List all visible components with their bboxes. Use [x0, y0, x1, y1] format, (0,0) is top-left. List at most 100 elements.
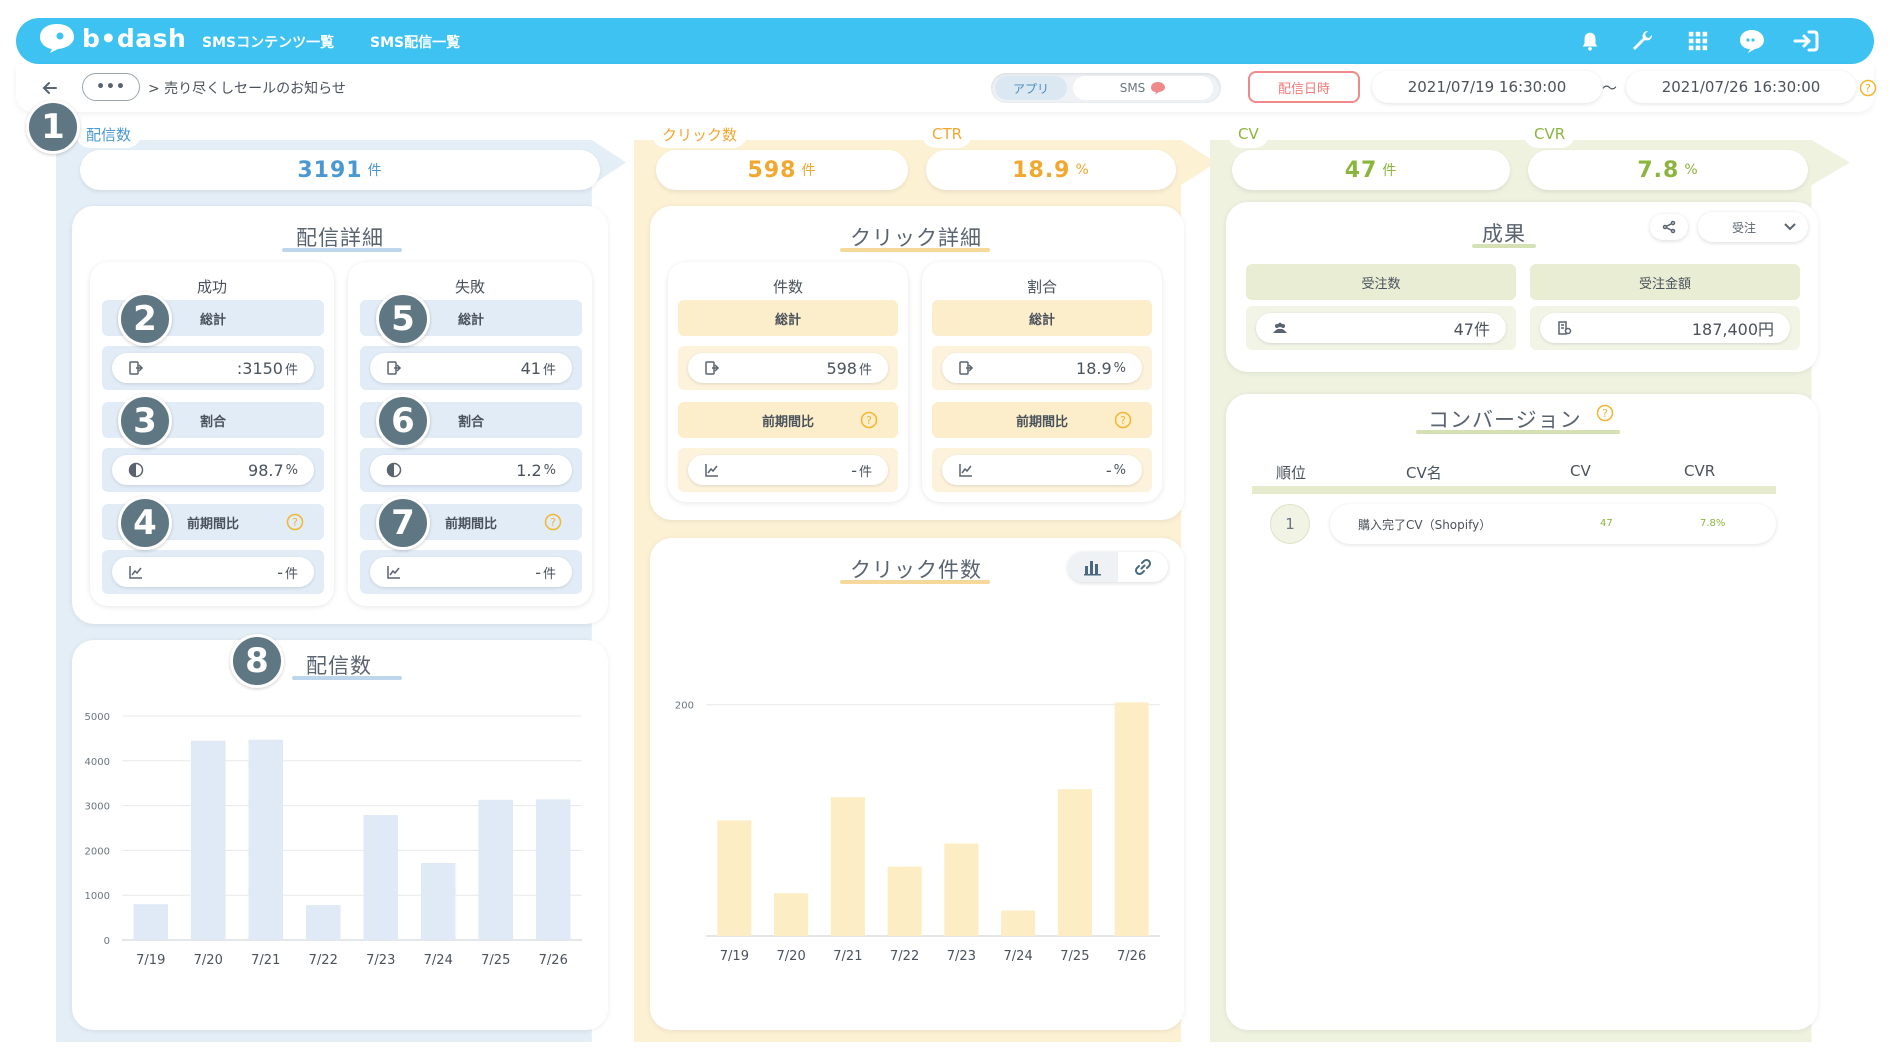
x-tick-label: 7/22 — [309, 953, 338, 968]
click-bar-chart: 200 7/19 7/20 7/21 7/22 7/23 7/24 7/25 7/26 — [675, 701, 1160, 964]
chart-bar[interactable] — [717, 820, 752, 936]
chart-bar[interactable] — [887, 866, 922, 936]
failure-prev-value: - — [535, 562, 541, 582]
success-prev-box: -件 — [102, 550, 324, 594]
x-tick-label: 7/22 — [890, 949, 919, 964]
ctr-number: 18.9 — [1012, 157, 1071, 183]
share-icon[interactable] — [1650, 214, 1688, 240]
cv-row-cvr: 7.8% — [1700, 518, 1726, 529]
chart-bar[interactable] — [1057, 789, 1092, 936]
chart-bar[interactable] — [478, 799, 514, 940]
svg-text:?: ? — [550, 516, 556, 529]
x-tick-label: 7/19 — [136, 953, 165, 968]
nav-sms-deliveries[interactable]: SMS配信一覧 — [370, 32, 460, 52]
x-tick-label: 7/25 — [1060, 949, 1089, 964]
chart-bar[interactable] — [421, 862, 456, 940]
x-tick-label: 7/24 — [424, 953, 453, 968]
cv-row-cv: 47 — [1600, 518, 1613, 529]
click-ratio-prev-label-text: 前期間比 — [1015, 414, 1068, 430]
success-prev-label-text: 前期間比 — [186, 516, 239, 532]
back-arrow-icon[interactable] — [38, 76, 62, 100]
chart-bar[interactable] — [1001, 910, 1036, 936]
logo-text: b•dash — [82, 23, 187, 53]
x-tick-label: 7/21 — [833, 949, 862, 964]
wrench-icon[interactable] — [1630, 27, 1658, 55]
chart-bar[interactable] — [536, 799, 571, 940]
ctr-value: 18.9% — [926, 150, 1176, 190]
help-icon[interactable]: ? — [1859, 79, 1877, 97]
trend-chart-icon — [129, 566, 142, 579]
bdash-logo[interactable]: b•dash — [38, 22, 186, 54]
title-underline — [282, 248, 402, 252]
toggle-sms-option[interactable]: SMS — [1073, 76, 1213, 100]
date-range-tilde: 〜 — [1602, 79, 1618, 97]
badge-5: 5 — [376, 292, 430, 346]
x-tick-label: 7/21 — [251, 953, 280, 968]
send-icon — [705, 361, 720, 375]
date-from-field[interactable]: 2021/07/19 16:30:00 — [1372, 71, 1602, 103]
chart-bar[interactable] — [363, 815, 399, 940]
date-to-field[interactable]: 2021/07/26 16:30:00 — [1626, 71, 1856, 103]
help-icon[interactable]: ? — [1596, 404, 1614, 422]
click-ratio-prev-box: -% — [932, 448, 1152, 492]
click-count-prev-label-text: 前期間比 — [761, 414, 814, 430]
sms-bubble-icon — [1151, 82, 1166, 95]
failure-ratio-unit: % — [543, 462, 556, 478]
orders-value: 47件 — [1453, 320, 1490, 339]
cvr-number: 7.8 — [1637, 157, 1680, 183]
table-row[interactable]: 購入完了CV（Shopify） 47 7.8% — [1330, 504, 1776, 544]
support-chat-icon[interactable] — [1738, 27, 1766, 55]
failure-prev-pill: -件 — [370, 557, 572, 587]
grid-apps-icon[interactable] — [1684, 27, 1712, 55]
delivery-bar-chart: 0 1000 2000 3000 4000 5000 7/19 7/20 7/21 7/22 7/2… — [85, 712, 582, 968]
cv-value: 47 件 — [1232, 150, 1510, 190]
help-icon[interactable]: ? — [286, 513, 304, 531]
y-tick-label: 200 — [675, 701, 694, 712]
help-icon[interactable]: ? — [544, 513, 562, 531]
breadcrumb-more-button[interactable]: ••• — [82, 73, 140, 101]
click-ratio-subcard: 割合 総計 18.9% 前期間比 ? -% — [922, 262, 1162, 502]
y-tick-label: 0 — [104, 936, 110, 947]
ctr-label: CTR — [922, 120, 973, 148]
chevron-down-icon — [1784, 223, 1796, 231]
cv-col-rank: 順位 — [1276, 464, 1307, 482]
failure-prev-box: -件 — [360, 550, 582, 594]
y-tick-label: 3000 — [85, 802, 110, 813]
chart-bar[interactable] — [248, 739, 284, 940]
toggle-app-option[interactable]: アプリ — [995, 76, 1067, 100]
chart-bar[interactable] — [1114, 702, 1149, 936]
title-underline — [840, 580, 990, 584]
toggle-sms-label: SMS — [1119, 81, 1146, 95]
delivery-count-unit: 件 — [367, 163, 383, 179]
channel-toggle: アプリ SMS — [991, 73, 1221, 103]
chart-bar[interactable] — [944, 843, 979, 936]
bar-chart-icon[interactable] — [1068, 552, 1118, 582]
click-ratio-prev-unit: % — [1113, 462, 1126, 478]
click-count-prev-box: -件 — [678, 448, 898, 492]
chart-bar[interactable] — [191, 740, 226, 940]
chart-bar[interactable] — [830, 797, 865, 936]
click-count-total-label: 総計 — [678, 300, 898, 336]
x-tick-label: 7/23 — [947, 949, 976, 964]
svg-text:?: ? — [1602, 407, 1608, 420]
click-ratio-total-label: 総計 — [932, 300, 1152, 336]
help-icon[interactable]: ? — [860, 411, 878, 429]
y-tick-label: 1000 — [85, 891, 110, 902]
nav-sms-contents[interactable]: SMSコンテンツ一覧 — [202, 32, 334, 52]
chart-bar[interactable] — [306, 905, 341, 940]
delivery-count-number: 3191 — [297, 157, 363, 183]
chart-bar[interactable] — [774, 893, 809, 936]
results-type-select[interactable]: 受注 — [1698, 212, 1808, 242]
delivery-chart-card: 配信数 0 1000 2000 3000 4000 5000 7/19 7/20 7/21 7/2… — [72, 640, 608, 1030]
delivery-date-button[interactable]: 配信日時 — [1248, 71, 1360, 103]
logout-icon[interactable] — [1792, 27, 1820, 55]
success-ratio-unit: % — [285, 462, 298, 478]
bell-icon[interactable] — [1576, 27, 1604, 55]
cv-col-name: CV名 — [1406, 464, 1442, 482]
success-head: 成功 — [196, 278, 227, 296]
click-count-number: 598 — [747, 157, 797, 183]
link-icon[interactable] — [1118, 552, 1168, 582]
chart-bar[interactable] — [133, 904, 169, 940]
help-icon[interactable]: ? — [1114, 411, 1132, 429]
success-ratio-pill: 98.7% — [112, 455, 314, 485]
